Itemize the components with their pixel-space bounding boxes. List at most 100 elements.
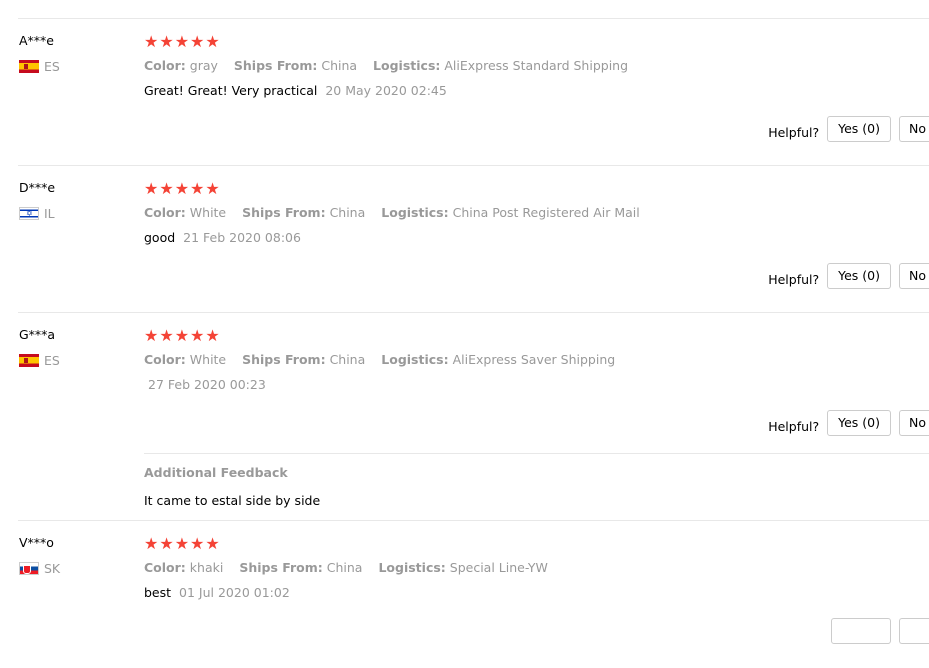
star-icon: ★	[174, 326, 190, 345]
star-icon: ★	[190, 179, 205, 198]
comment-text: Great! Great! Very practical	[144, 83, 318, 98]
helpful-controls: Helpful? Yes (0) No	[768, 263, 929, 289]
review-comment: Great! Great! Very practical 20 May 2020…	[144, 83, 447, 98]
review-date: 27 Feb 2020 00:23	[148, 377, 266, 392]
color-value: White	[189, 352, 227, 367]
star-icon: ★	[205, 534, 220, 553]
ships-from-label: Ships From:	[242, 352, 326, 367]
logistics-value: AliExpress Standard Shipping	[444, 58, 629, 73]
slovakia-flag-icon	[19, 562, 39, 575]
star-icon: ★	[190, 32, 205, 51]
review-date: 21 Feb 2020 08:06	[183, 230, 301, 245]
logistics-value: Special Line-YW	[449, 560, 548, 575]
star-icon: ★	[205, 326, 220, 345]
ships-from-label: Ships From:	[239, 560, 323, 575]
helpful-label: Helpful?	[768, 124, 820, 140]
color-label: Color:	[144, 352, 186, 367]
spain-flag-icon	[19, 354, 39, 367]
country-code: ES	[44, 353, 60, 368]
reviewer-name: A***e	[19, 33, 54, 48]
color-value: gray	[189, 58, 218, 73]
logistics-value: China Post Registered Air Mail	[452, 205, 640, 220]
israel-flag-icon	[19, 207, 39, 220]
logistics-label: Logistics:	[378, 560, 446, 575]
comment-text: good	[144, 230, 176, 245]
review-item: A***e ES ★ ★ ★ ★ ★ Color: gray Ships From: C…	[0, 19, 929, 166]
star-icon: ★	[205, 32, 220, 51]
helpful-yes-button[interactable]: Yes (0)	[827, 116, 891, 142]
helpful-controls: Helpful? Yes (0) No	[768, 410, 929, 436]
ships-from-value: China	[326, 560, 363, 575]
ships-from-label: Ships From:	[242, 205, 326, 220]
country-code: SK	[44, 561, 61, 576]
ships-from-label: Ships From:	[233, 58, 318, 73]
reviewer-country: ES	[19, 353, 60, 368]
comment-text: best	[144, 585, 172, 600]
star-icon: ★	[205, 179, 220, 198]
helpful-controls: Helpful? Yes (0) No	[768, 116, 929, 142]
review-date: 20 May 2020 02:45	[325, 83, 447, 98]
reviewer-country: SK	[19, 561, 60, 576]
review-item: G***a ES ★ ★ ★ ★ ★ Color: White Ships From: …	[0, 313, 929, 520]
logistics-label: Logistics:	[381, 352, 449, 367]
additional-feedback-text: It came to estal side by side	[144, 493, 321, 508]
reviewer-name: G***a	[19, 327, 56, 342]
color-label: Color:	[144, 560, 186, 575]
helpful-no-button[interactable]: No	[899, 263, 929, 289]
helpful-label: Helpful?	[768, 418, 820, 434]
star-icon: ★	[144, 326, 159, 345]
ships-from-value: China	[329, 352, 366, 367]
reviewer-name: V***o	[19, 535, 54, 550]
order-attributes: Color: khaki Ships From: China Logistics…	[144, 560, 560, 575]
star-icon: ★	[174, 534, 190, 553]
star-icon: ★	[159, 534, 174, 553]
helpful-no-button[interactable]: No	[899, 410, 929, 436]
star-icon: ★	[144, 534, 159, 553]
country-code: ES	[44, 59, 60, 74]
spain-flag-icon	[19, 60, 39, 73]
helpful-controls	[831, 618, 929, 644]
star-rating: ★ ★ ★ ★ ★	[144, 181, 220, 197]
logistics-label: Logistics:	[373, 58, 441, 73]
ships-from-value: China	[329, 205, 366, 220]
review-comment: good 21 Feb 2020 08:06	[144, 230, 301, 245]
order-attributes: Color: White Ships From: China Logistics…	[144, 352, 627, 367]
order-attributes: Color: White Ships From: China Logistics…	[144, 205, 652, 220]
helpful-label: Helpful?	[768, 271, 820, 287]
star-icon: ★	[144, 179, 159, 198]
logistics-label: Logistics:	[381, 205, 449, 220]
color-value: White	[189, 205, 227, 220]
review-comment: best 01 Jul 2020 01:02	[144, 585, 290, 600]
star-icon: ★	[190, 534, 205, 553]
order-attributes: Color: gray Ships From: China Logistics:…	[144, 58, 640, 73]
star-icon: ★	[174, 32, 190, 51]
star-rating: ★ ★ ★ ★ ★	[144, 536, 220, 552]
helpful-no-button[interactable]	[899, 618, 929, 644]
helpful-yes-button[interactable]: Yes (0)	[827, 263, 891, 289]
helpful-yes-button[interactable]	[831, 618, 891, 644]
star-icon: ★	[159, 32, 174, 51]
color-label: Color:	[144, 205, 186, 220]
star-icon: ★	[174, 179, 190, 198]
helpful-yes-button[interactable]: Yes (0)	[827, 410, 891, 436]
additional-feedback-title: Additional Feedback	[144, 465, 288, 480]
reviewer-country: ES	[19, 59, 60, 74]
review-comment: 27 Feb 2020 00:23	[144, 377, 266, 392]
reviewer-name: D***e	[19, 180, 56, 195]
star-rating: ★ ★ ★ ★ ★	[144, 34, 220, 50]
star-icon: ★	[159, 179, 174, 198]
ships-from-value: China	[321, 58, 358, 73]
color-label: Color:	[144, 58, 186, 73]
helpful-no-button[interactable]: No	[899, 116, 929, 142]
review-item: D***e IL ★★★★★ Color: White Ships From: …	[0, 166, 929, 313]
review-date: 01 Jul 2020 01:02	[179, 585, 290, 600]
star-icon: ★	[144, 32, 159, 51]
additional-feedback-divider	[144, 453, 929, 454]
country-code: IL	[44, 206, 55, 221]
star-rating: ★ ★ ★ ★ ★	[144, 328, 220, 344]
review-item: V***o SK ★ ★ ★ ★ ★ Color: khaki Ships From: …	[0, 521, 929, 668]
logistics-value: AliExpress Saver Shipping	[452, 352, 616, 367]
star-icon: ★	[190, 326, 205, 345]
reviewer-country: IL	[19, 206, 55, 221]
star-icon: ★	[159, 326, 174, 345]
